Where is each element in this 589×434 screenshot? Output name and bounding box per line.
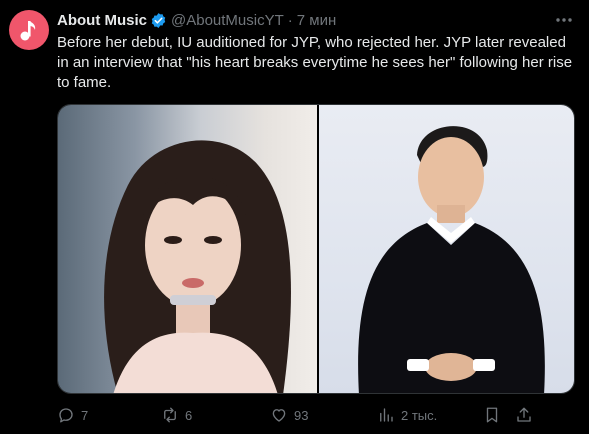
media-image-iu[interactable] (58, 105, 317, 393)
tweet-timestamp[interactable]: 7 мин (297, 12, 337, 29)
media-image-jyp[interactable] (319, 105, 574, 393)
like-count: 93 (294, 407, 309, 423)
tweet[interactable]: About Music @AboutMusicYT · 7 мин Before… (0, 0, 589, 434)
reply-count: 7 (81, 407, 89, 423)
author-name[interactable]: About Music (57, 12, 147, 29)
share-button[interactable] (515, 406, 533, 424)
music-note-icon (20, 21, 36, 41)
repost-count: 6 (185, 407, 193, 423)
reply-button[interactable]: 7 (57, 406, 88, 424)
tweet-text: Before her debut, IU auditioned for JYP,… (57, 34, 573, 91)
tweet-header: About Music @AboutMusicYT · 7 мин (57, 10, 575, 30)
reply-icon (59, 408, 73, 423)
verified-badge-icon (150, 12, 167, 29)
separator-dot: · (287, 11, 293, 29)
repost-icon (164, 407, 176, 423)
tweet-media[interactable] (57, 104, 575, 394)
bookmark-icon (486, 407, 498, 423)
bookmark-button[interactable] (483, 406, 501, 424)
more-dots-icon[interactable] (553, 10, 575, 30)
heart-icon (272, 409, 286, 422)
views-button[interactable]: 2 тыс. (377, 406, 437, 424)
like-button[interactable]: 93 (270, 406, 308, 424)
author-handle[interactable]: @AboutMusicYT (171, 12, 284, 29)
repost-button[interactable]: 6 (161, 406, 192, 424)
share-icon (517, 407, 531, 422)
views-count: 2 тыс. (401, 407, 438, 423)
views-chart-icon (380, 408, 393, 422)
action-bar: 7 6 93 2 тыс. (57, 404, 577, 428)
avatar[interactable] (9, 10, 49, 50)
